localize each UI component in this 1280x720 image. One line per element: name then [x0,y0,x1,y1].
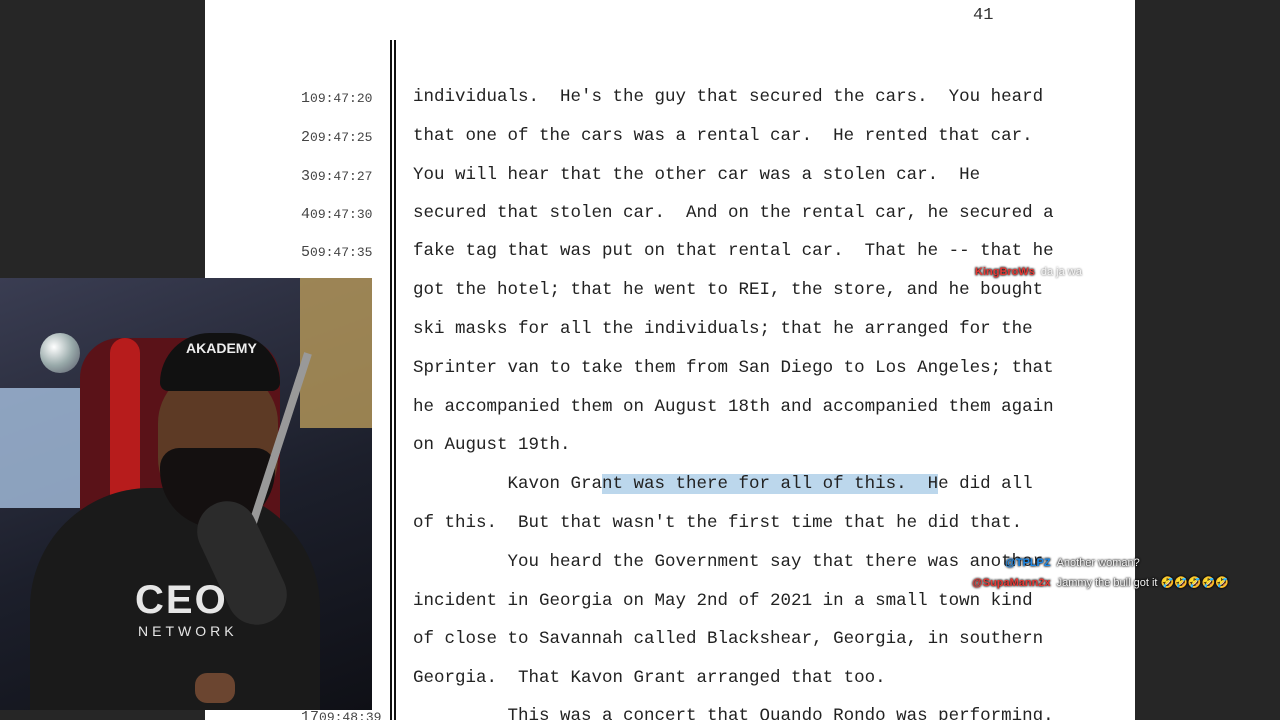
line-timestamp: 109:47:20 [301,90,381,107]
transcript-line: on August 19th. [413,435,571,455]
line-number: 17 [301,709,320,720]
line-number: 4 [301,206,311,223]
transcript-line: Kavon Grant was there for all of this. H… [413,473,1033,495]
margin-rule-left [390,40,392,720]
line-timestamp: 209:47:25 [301,129,381,146]
line-time: 09:47:25 [310,130,373,145]
line-time: 09:47:30 [310,207,373,222]
transcript-line-part: e did all [938,474,1033,494]
webcam-overlay: CEO NETWORK AKADEMY [0,278,372,710]
chat-username[interactable]: @TPLPZ [1005,557,1051,569]
transcript-line: of this. But that wasn't the first time … [413,513,1023,533]
transcript-line: ski masks for all the individuals; that … [413,319,1033,339]
chat-text: Another woman? [1056,557,1140,569]
transcript-line: Georgia. That Kavon Grant arranged that … [413,668,886,688]
transcript-line: fake tag that was put on that rental car… [413,241,1054,261]
transcript-line: he accompanied them on August 18th and a… [413,397,1054,417]
transcript-line: secured that stolen car. And on the rent… [413,203,1054,223]
chat-username[interactable]: KingBroWs [975,266,1035,278]
transcript-line: You will hear that the other car was a s… [413,165,981,185]
line-time: 09:47:35 [310,245,373,260]
transcript-line: of close to Savannah called Blackshear, … [413,629,1044,649]
line-timestamp: 409:47:30 [301,206,381,223]
chat-text: Jammy the bull got it 🤣🤣🤣🤣🤣 [1056,577,1229,589]
transcript-line: Sprinter van to take them from San Diego… [413,358,1054,378]
chat-username[interactable]: @SupaMann2x [972,577,1051,589]
transcript-line: You heard the Government say that there … [413,552,1044,572]
line-time: 09:47:27 [310,169,373,184]
line-timestamp: 1709:48:39 [301,709,381,720]
line-number: 2 [301,129,311,146]
shirt-logo-sub: NETWORK [138,623,238,639]
chat-message: KingBroWs da ja wa [975,266,1082,278]
line-timestamp: 309:47:27 [301,168,381,185]
line-number: 3 [301,168,311,185]
margin-rule-right [394,40,396,720]
line-time: 09:47:20 [310,91,373,106]
transcript-line: incident in Georgia on May 2nd of 2021 i… [413,591,1033,611]
shirt-logo: CEO [135,578,228,622]
page-number: 41 [973,6,994,25]
transcript-line-part: Kavon Gra [413,474,603,494]
line-number: 5 [301,244,311,261]
transcript-line: that one of the cars was a rental car. H… [413,126,1033,146]
disco-ball-icon [40,333,80,373]
line-time: 09:48:39 [319,710,382,720]
transcript-line: got the hotel; that he went to REI, the … [413,280,1044,300]
line-number: 1 [301,90,311,107]
text-selection: nt was there for all of this. H [602,474,939,494]
line-timestamp: 509:47:35 [301,244,381,261]
cap-text: AKADEMY [186,340,257,356]
chat-text: da ja wa [1040,266,1082,278]
transcript-line: individuals. He's the guy that secured t… [413,87,1044,107]
chat-message: @TPLPZ Another woman? [1005,557,1140,569]
chat-message: @SupaMann2x Jammy the bull got it 🤣🤣🤣🤣🤣 [972,576,1229,589]
transcript-line: This was a concert that Quando Rondo was… [413,706,1054,720]
